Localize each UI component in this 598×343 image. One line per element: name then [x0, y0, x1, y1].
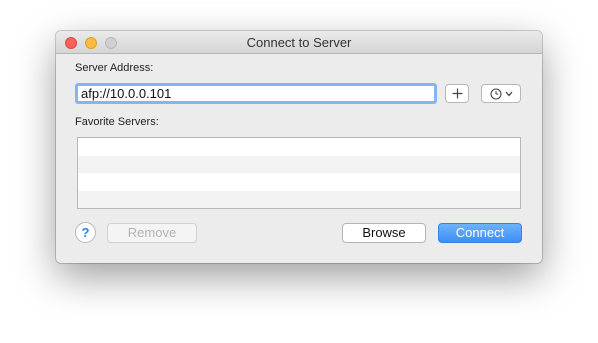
list-row[interactable] — [78, 138, 520, 156]
connect-button[interactable]: Connect — [438, 223, 522, 243]
remove-button: Remove — [107, 223, 197, 243]
chevron-down-icon — [505, 91, 512, 96]
recent-servers-button[interactable] — [481, 84, 521, 103]
clock-icon — [489, 87, 502, 100]
help-button[interactable]: ? — [75, 222, 96, 243]
title-bar[interactable]: Connect to Server — [56, 31, 542, 54]
plus-icon — [452, 88, 462, 99]
list-row[interactable] — [78, 190, 520, 208]
favorite-servers-label: Favorite Servers: — [75, 116, 159, 128]
list-row[interactable] — [78, 173, 520, 191]
browse-button[interactable]: Browse — [342, 223, 426, 243]
add-to-favorites-button[interactable] — [445, 84, 469, 103]
server-address-input[interactable] — [75, 83, 437, 104]
connect-to-server-window: Connect to Server Server Address: Favori… — [56, 31, 542, 263]
favorite-servers-list[interactable] — [77, 137, 521, 209]
list-row[interactable] — [78, 155, 520, 173]
server-address-label: Server Address: — [75, 62, 154, 74]
window-title: Connect to Server — [246, 35, 352, 50]
